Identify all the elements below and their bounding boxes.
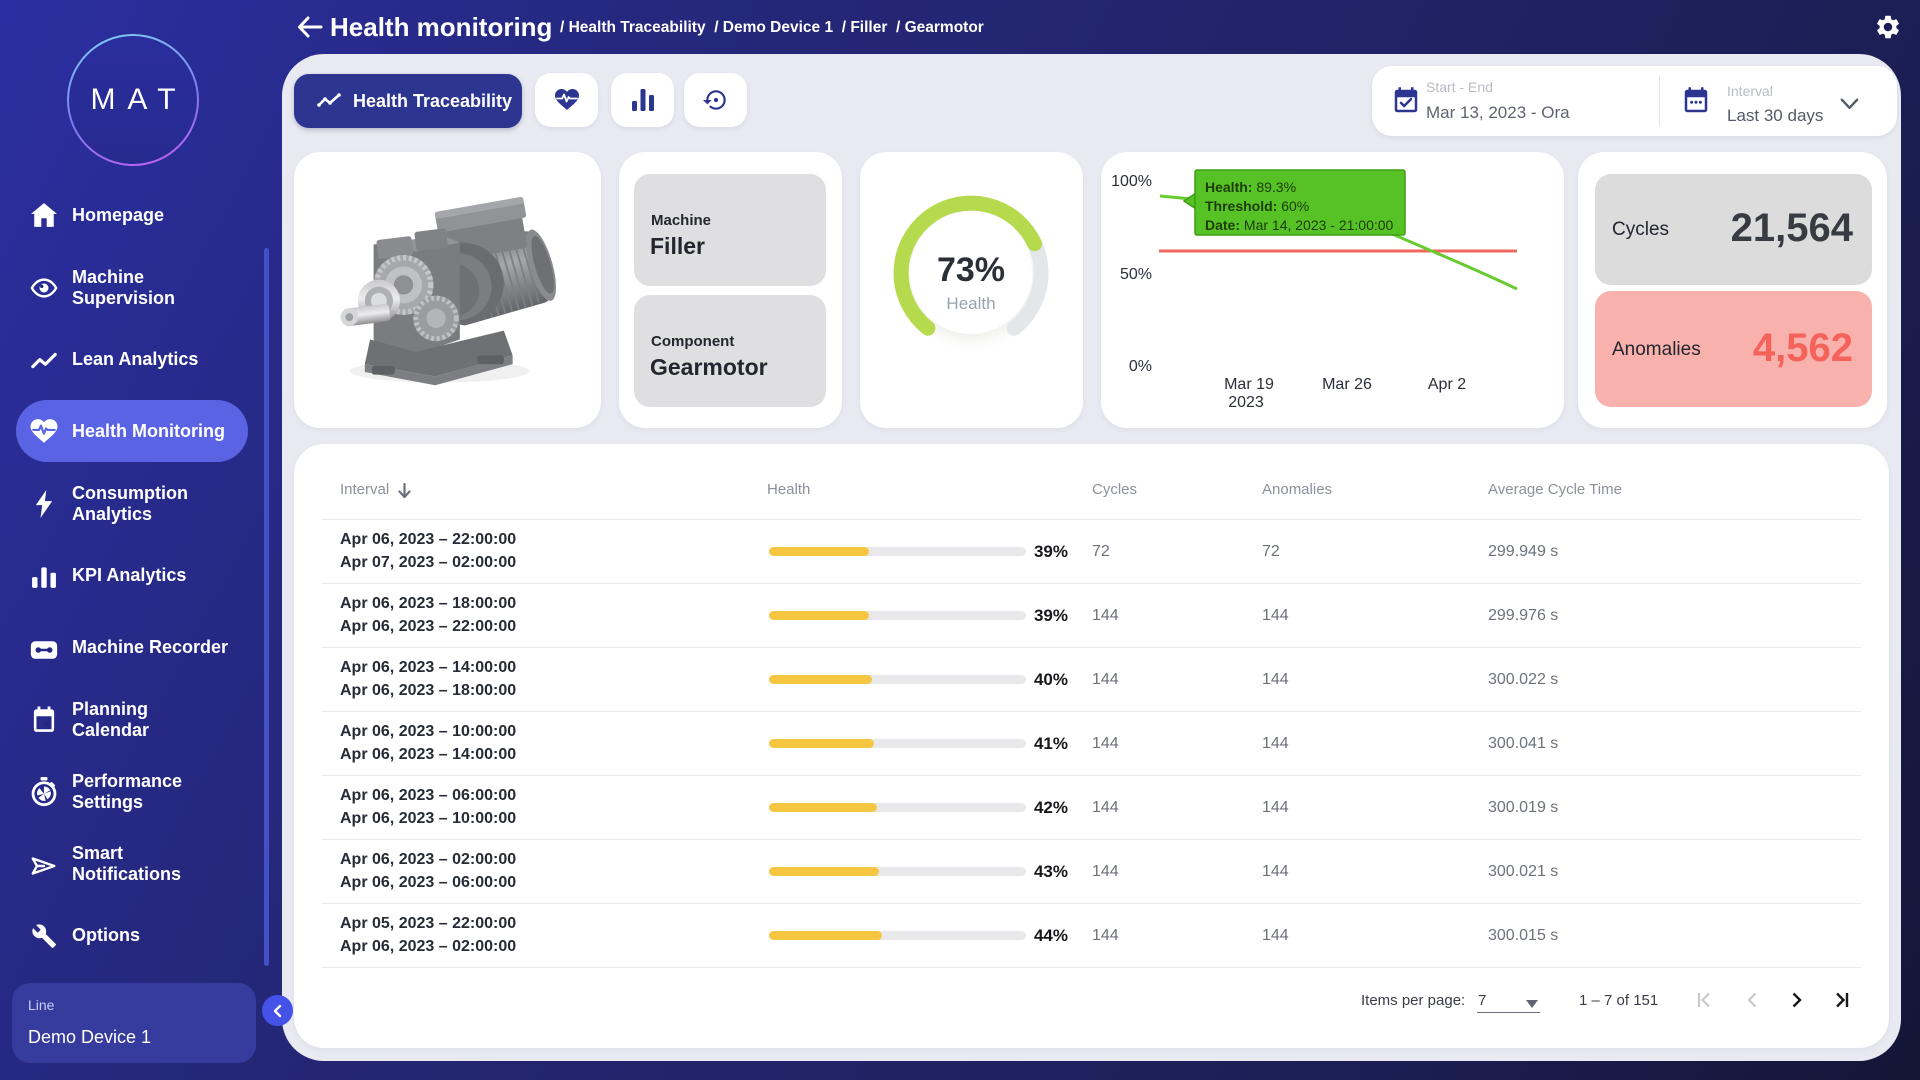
- svg-text:100%: 100%: [1111, 173, 1152, 190]
- svg-text:Mar 26: Mar 26: [1322, 376, 1372, 393]
- svg-text:73%: 73%: [937, 251, 1005, 289]
- svg-text:2023: 2023: [1228, 394, 1264, 411]
- svg-text:Apr 2: Apr 2: [1428, 376, 1466, 393]
- svg-text:Date: Mar 14, 2023 - 21:00:00: Date: Mar 14, 2023 - 21:00:00: [1205, 217, 1394, 233]
- svg-text:Health: 89.3%: Health: 89.3%: [1205, 179, 1296, 195]
- svg-text:Health: Health: [946, 294, 995, 313]
- svg-text:Threshold: 60%: Threshold: 60%: [1205, 198, 1309, 214]
- svg-text:50%: 50%: [1120, 266, 1152, 283]
- svg-text:0%: 0%: [1129, 358, 1152, 375]
- svg-text:Mar 19: Mar 19: [1224, 376, 1274, 393]
